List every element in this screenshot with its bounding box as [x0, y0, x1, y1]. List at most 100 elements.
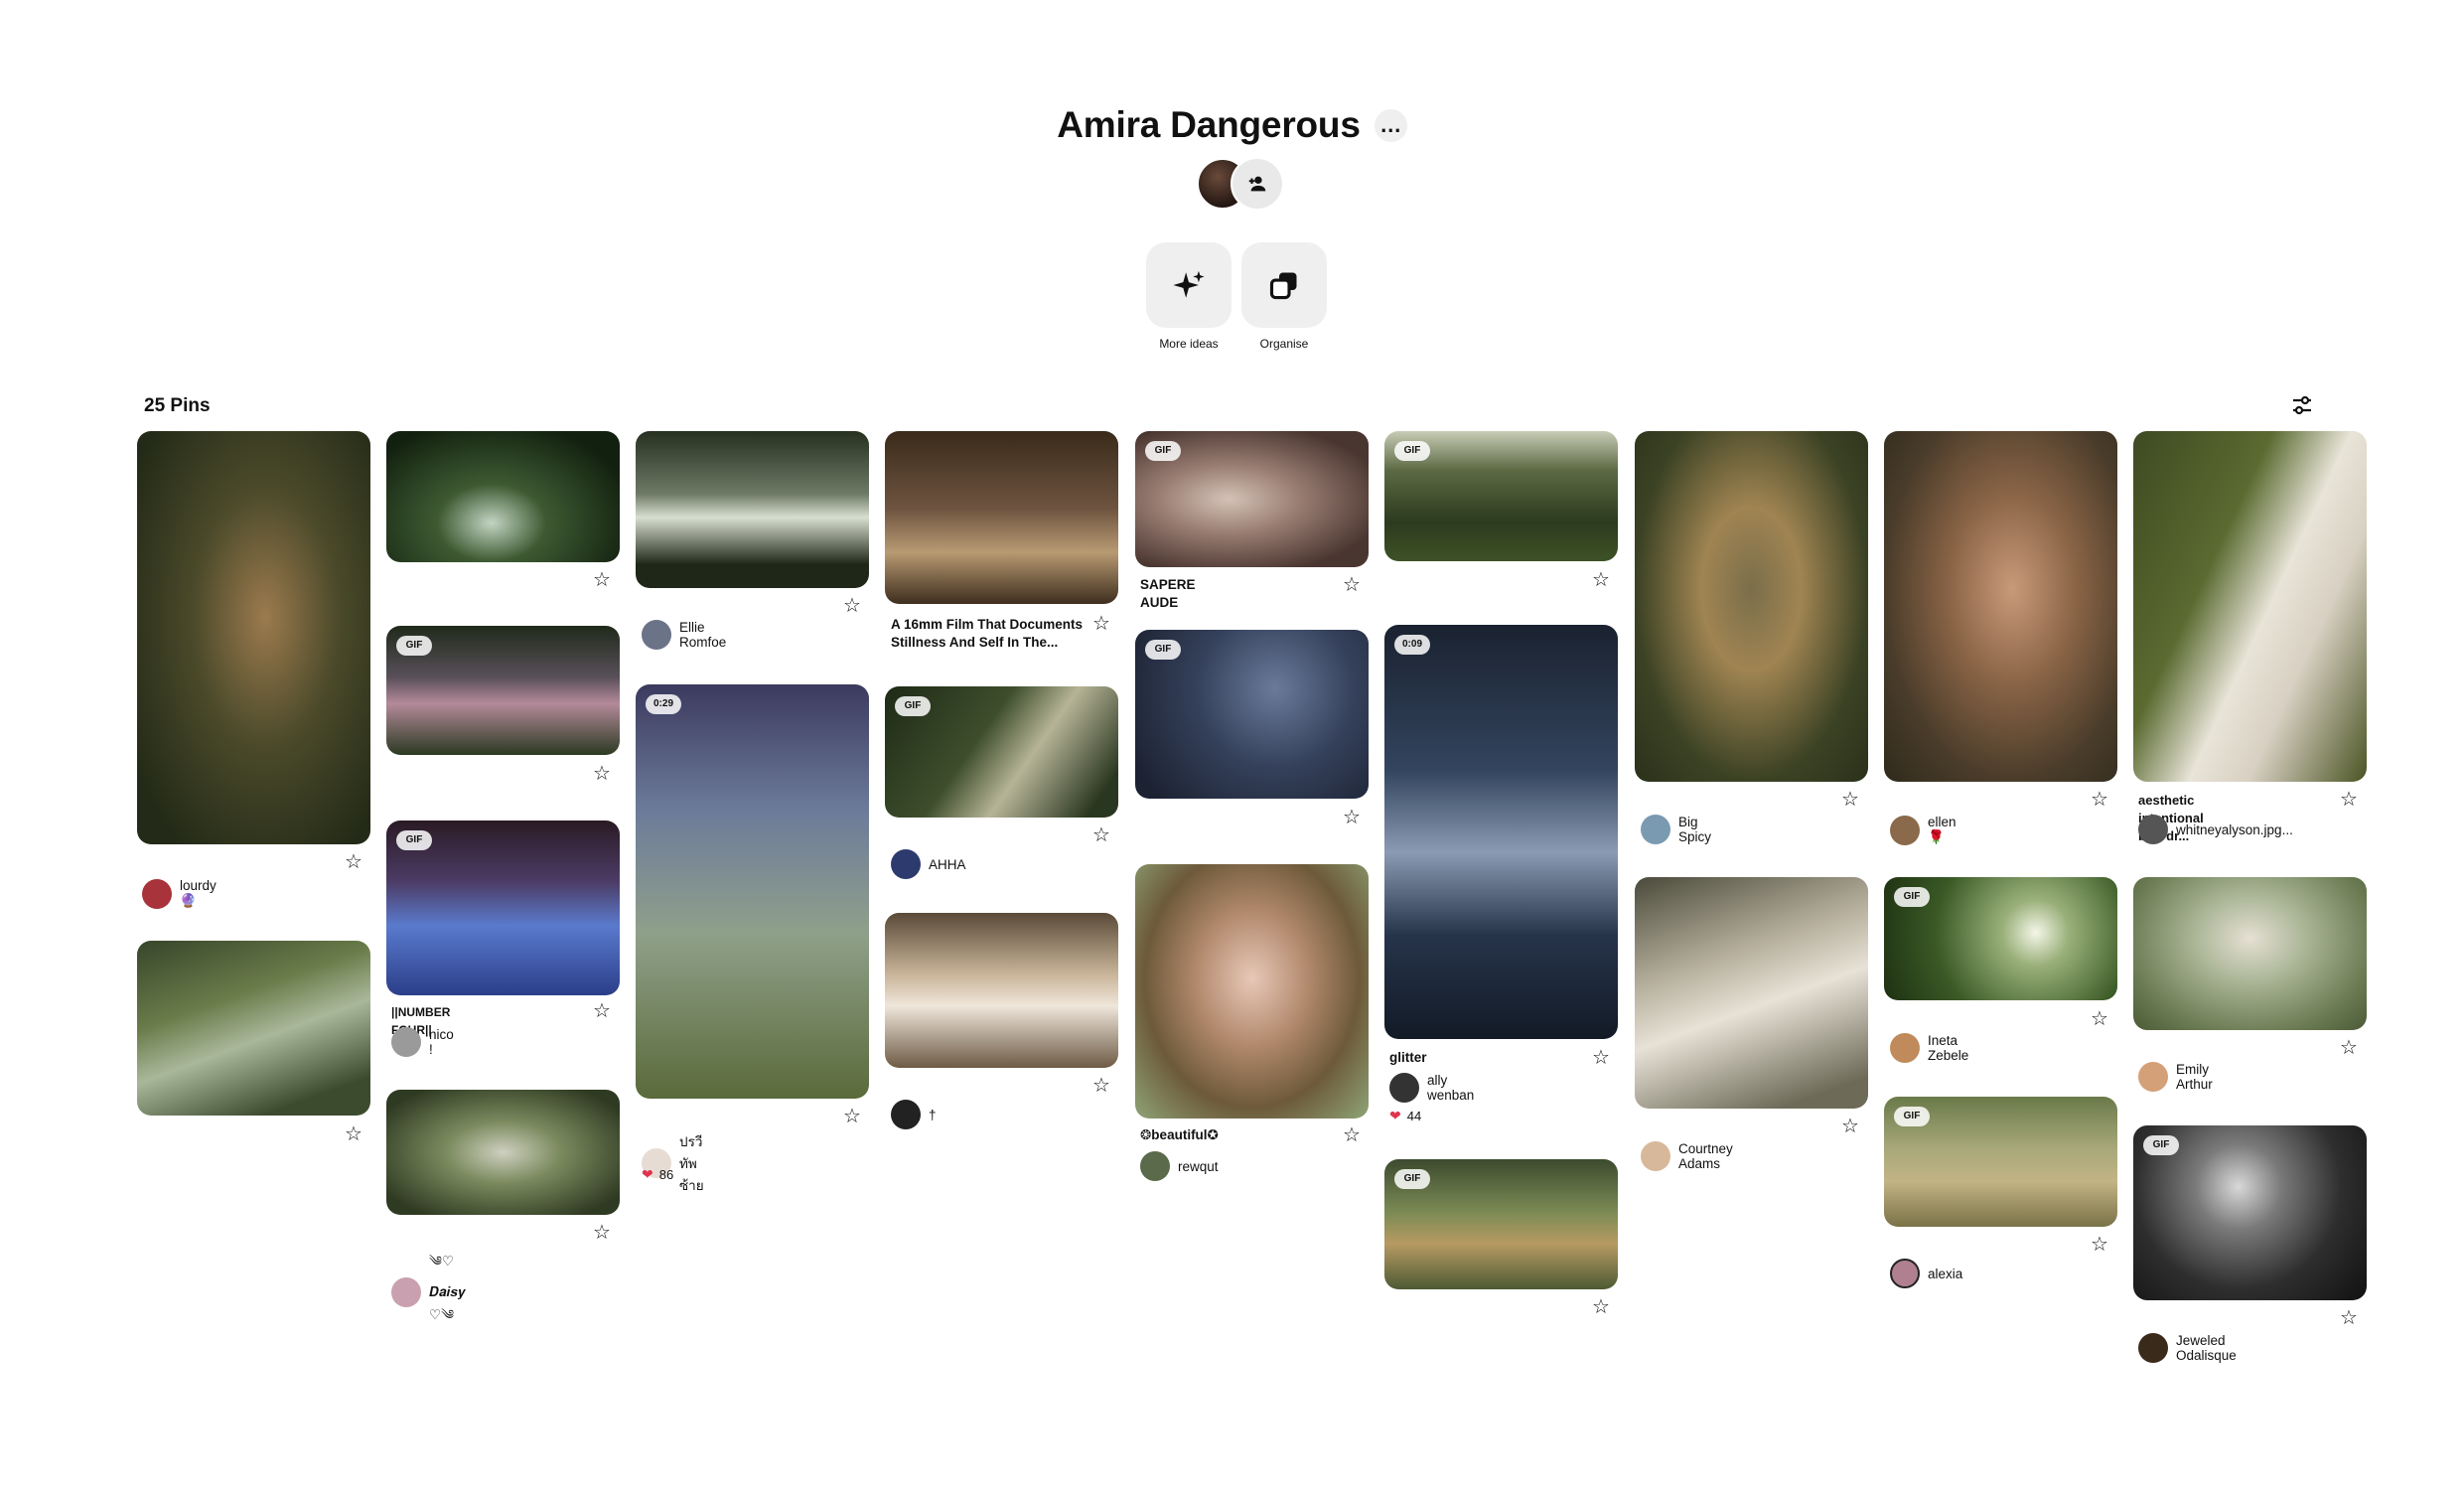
pin-creator[interactable]: Jeweled Odalisque — [2138, 1333, 2237, 1363]
creator-name: ellen 🌹 — [1928, 815, 1957, 844]
creator-avatar — [1389, 1073, 1419, 1103]
pin-title: A 16mm Film That Documents Stillness And… — [891, 617, 1084, 650]
creator-name: lourdy 🔮 — [180, 878, 217, 908]
save-star-icon[interactable]: ☆ — [843, 1107, 861, 1126]
heart-icon: ❤ — [1389, 1108, 1401, 1123]
filter-icon[interactable] — [2290, 393, 2314, 417]
pin-image[interactable] — [1884, 431, 2117, 782]
save-star-icon[interactable]: ☆ — [593, 570, 611, 590]
pin-creator[interactable]: ༄♡ 𝑫𝒂𝒊𝒔𝒚 ♡༄ — [391, 1247, 466, 1338]
organise-button[interactable] — [1241, 242, 1327, 328]
creator-name: ally wenban — [1427, 1073, 1475, 1103]
save-star-icon[interactable]: ☆ — [593, 1223, 611, 1243]
pin-creator[interactable]: Ineta Zebele — [1890, 1033, 1968, 1063]
pin-title: SAPERE AUDE — [1140, 577, 1196, 610]
add-collaborator-button[interactable] — [1231, 157, 1284, 211]
pin-image[interactable] — [636, 431, 869, 588]
pin-image[interactable] — [2133, 877, 2367, 1030]
pin-creator[interactable]: Big Spicy — [1641, 815, 1711, 844]
pin-image[interactable] — [2133, 431, 2367, 782]
pin-creator[interactable]: ellen 🌹 — [1890, 815, 1957, 845]
more-ideas-button[interactable] — [1146, 242, 1232, 328]
pin-image[interactable]: GIF — [1384, 431, 1618, 561]
pin-image[interactable] — [386, 431, 620, 562]
save-star-icon[interactable]: ☆ — [345, 1124, 362, 1144]
sparkle-icon — [1173, 270, 1205, 298]
save-star-icon[interactable]: ☆ — [2340, 1308, 2358, 1328]
pin-creator[interactable]: lourdy 🔮 — [142, 878, 217, 909]
pin-creator[interactable]: † — [891, 1100, 937, 1129]
save-star-icon[interactable]: ☆ — [1343, 808, 1361, 827]
creator-name: † — [929, 1107, 937, 1122]
save-star-icon[interactable]: ☆ — [843, 596, 861, 616]
creator-name: ༄♡ 𝑫𝒂𝒊𝒔𝒚 ♡༄ — [429, 1254, 466, 1322]
pin-image[interactable]: GIF — [2133, 1125, 2367, 1300]
pin-image[interactable]: GIF — [1884, 1097, 2117, 1227]
save-star-icon[interactable]: ☆ — [1592, 570, 1610, 590]
pin-image[interactable]: GIF — [1884, 877, 2117, 1000]
save-star-icon[interactable]: ☆ — [1092, 825, 1110, 845]
pin-creator[interactable]: Courtney Adams — [1641, 1141, 1733, 1171]
more-ideas-action[interactable]: More ideas — [1146, 242, 1232, 351]
save-star-icon[interactable]: ☆ — [2091, 1009, 2108, 1029]
pin-image[interactable] — [137, 941, 370, 1116]
pin-creator[interactable]: ally wenban — [1389, 1073, 1474, 1103]
pin-creator[interactable]: ปรวี ทัพซ้าย — [642, 1130, 704, 1196]
creator-name: ปรวี ทัพซ้าย — [679, 1134, 704, 1193]
save-star-icon[interactable]: ☆ — [1092, 1076, 1110, 1096]
more-options-button[interactable]: … — [1374, 108, 1407, 142]
gif-badge: GIF — [1894, 1107, 1930, 1126]
pin-creator[interactable]: rewqut — [1140, 1151, 1219, 1181]
save-star-icon[interactable]: ☆ — [2340, 1038, 2358, 1058]
creator-avatar — [142, 878, 172, 909]
creator-avatar — [2138, 815, 2168, 844]
pin-image[interactable] — [137, 431, 370, 844]
pin-creator[interactable]: whitneyalyson.jpg... — [2138, 815, 2293, 844]
creator-name: whitneyalyson.jpg... — [2176, 821, 2293, 837]
creator-avatar — [391, 1027, 421, 1057]
save-star-icon[interactable]: ☆ — [2091, 1235, 2108, 1255]
pin-reactions: ❤ 44 — [1389, 1108, 1421, 1124]
pin-image[interactable]: GIF — [386, 821, 620, 995]
save-star-icon[interactable]: ☆ — [345, 852, 362, 872]
pin-creator[interactable]: alexia — [1890, 1259, 1962, 1288]
pin-creator[interactable]: AHHA — [891, 849, 966, 879]
save-star-icon[interactable]: ☆ — [593, 764, 611, 784]
save-star-icon[interactable]: ☆ — [1841, 1117, 1859, 1136]
pin-image[interactable]: GIF — [1384, 1159, 1618, 1289]
save-star-icon[interactable]: ☆ — [1592, 1048, 1610, 1068]
pin-image[interactable] — [885, 431, 1118, 604]
video-duration-badge: 0:29 — [646, 694, 681, 714]
pin-image[interactable] — [386, 1090, 620, 1215]
pin-image[interactable]: GIF — [885, 686, 1118, 818]
save-star-icon[interactable]: ☆ — [593, 1001, 611, 1021]
pin-creator[interactable]: nico ! — [391, 1027, 454, 1057]
save-star-icon[interactable]: ☆ — [1343, 1125, 1361, 1145]
save-star-icon[interactable]: ☆ — [1841, 790, 1859, 810]
pin-image[interactable]: 0:29 — [636, 684, 869, 1099]
save-star-icon[interactable]: ☆ — [1092, 614, 1110, 634]
save-star-icon[interactable]: ☆ — [2340, 790, 2358, 810]
pin-image[interactable]: 0:09 — [1384, 625, 1618, 1039]
pin-image[interactable] — [1135, 864, 1369, 1119]
gif-badge: GIF — [396, 636, 432, 656]
pin-image[interactable]: GIF — [1135, 431, 1369, 567]
pin-creator[interactable]: Ellie Romfoe — [642, 620, 726, 650]
save-star-icon[interactable]: ☆ — [1343, 575, 1361, 595]
pin-image[interactable]: GIF — [386, 626, 620, 755]
pin-creator[interactable]: Emily Arthur — [2138, 1062, 2213, 1092]
more-ideas-label: More ideas — [1159, 337, 1219, 351]
creator-name: nico ! — [429, 1027, 454, 1057]
organise-action[interactable]: Organise — [1241, 242, 1327, 351]
pin-image[interactable]: GIF — [1135, 630, 1369, 799]
gif-badge: GIF — [895, 696, 931, 716]
pin-image[interactable] — [885, 913, 1118, 1068]
save-star-icon[interactable]: ☆ — [1592, 1297, 1610, 1317]
creator-name: Courtney Adams — [1678, 1141, 1733, 1171]
organise-label: Organise — [1259, 337, 1309, 351]
creator-avatar — [1140, 1151, 1170, 1181]
creator-avatar — [891, 1100, 921, 1129]
save-star-icon[interactable]: ☆ — [2091, 790, 2108, 810]
pin-image[interactable] — [1635, 877, 1868, 1109]
pin-image[interactable] — [1635, 431, 1868, 782]
